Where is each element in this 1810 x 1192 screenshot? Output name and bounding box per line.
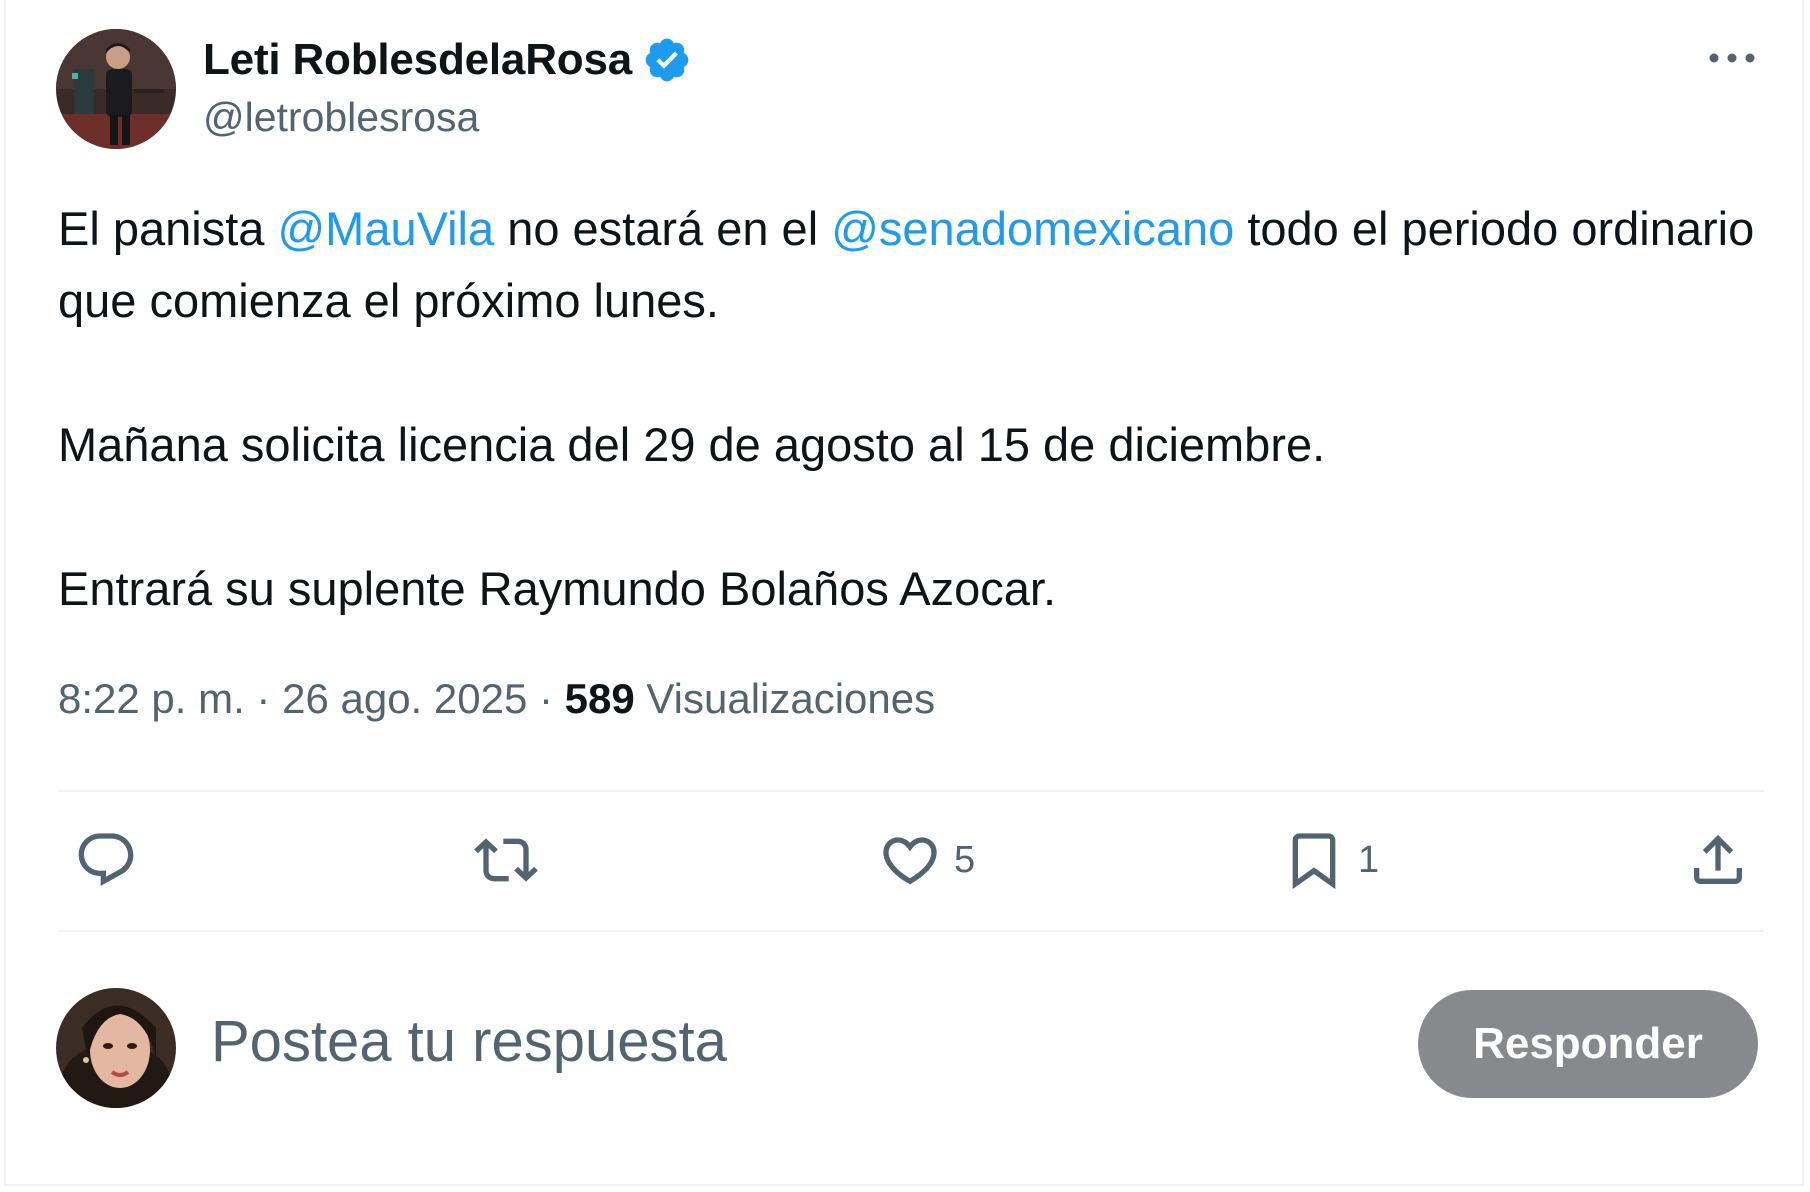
author-handle[interactable]: @letroblesrosa [203,94,479,141]
bookmark-icon [1292,833,1336,890]
tweet-paragraph-2: Mañana solicita licencia del 29 de agost… [58,418,1326,471]
verified-badge-icon[interactable] [642,35,692,85]
like-button[interactable]: 5 [878,825,975,895]
views-count: 589 [564,675,635,722]
share-button[interactable] [1686,825,1750,895]
mention-link-mauvila[interactable]: @MauVila [277,202,494,255]
tweet-meta: 8:22 p. m. · 26 ago. 2025 · 589 Visualiz… [58,675,935,723]
tweet-date[interactable]: 26 ago. 2025 [282,675,527,722]
share-icon [1694,834,1742,884]
current-user-avatar-image [56,988,176,1108]
author-avatar[interactable] [56,29,176,149]
divider [58,930,1764,932]
tweet-paragraph-1: El panista @MauVila no estará en el @sen… [58,193,1758,337]
tweet-text-segment: no estará en el [494,202,832,255]
reply-submit-button[interactable]: Responder [1418,990,1758,1098]
like-count: 5 [954,838,976,881]
like-icon [883,837,937,885]
reply-input[interactable]: Postea tu respuesta [211,1008,727,1075]
bookmark-button[interactable]: 1 [1282,825,1379,895]
more-options-icon[interactable] [1706,40,1758,76]
retweet-icon [474,838,538,882]
bookmark-count: 1 [1358,838,1380,881]
current-user-avatar[interactable] [56,988,176,1108]
author-name-row: Leti RoblesdelaRosa [203,30,692,90]
divider [58,790,1764,792]
views-label: Visualizaciones [646,675,936,722]
reply-icon [78,833,134,886]
retweet-button[interactable] [474,825,538,895]
tweet-time[interactable]: 8:22 p. m. [58,675,245,722]
tweet-paragraph-3: Entrará su suplente Raymundo Bolaños Azo… [58,562,1057,615]
mention-link-senadomexicano[interactable]: @senadomexicano [831,202,1234,255]
tweet-text: El panista @MauVila no estará en el @sen… [58,193,1758,625]
author-display-name[interactable]: Leti RoblesdelaRosa [203,35,632,85]
meta-separator: · [244,675,283,722]
tweet-text-segment: El panista [58,202,278,255]
reply-button[interactable] [74,825,138,895]
author-avatar-image [56,29,176,149]
tweet-card: Leti RoblesdelaRosa @letroblesrosa El pa… [4,0,1804,1186]
meta-separator: · [527,675,565,722]
